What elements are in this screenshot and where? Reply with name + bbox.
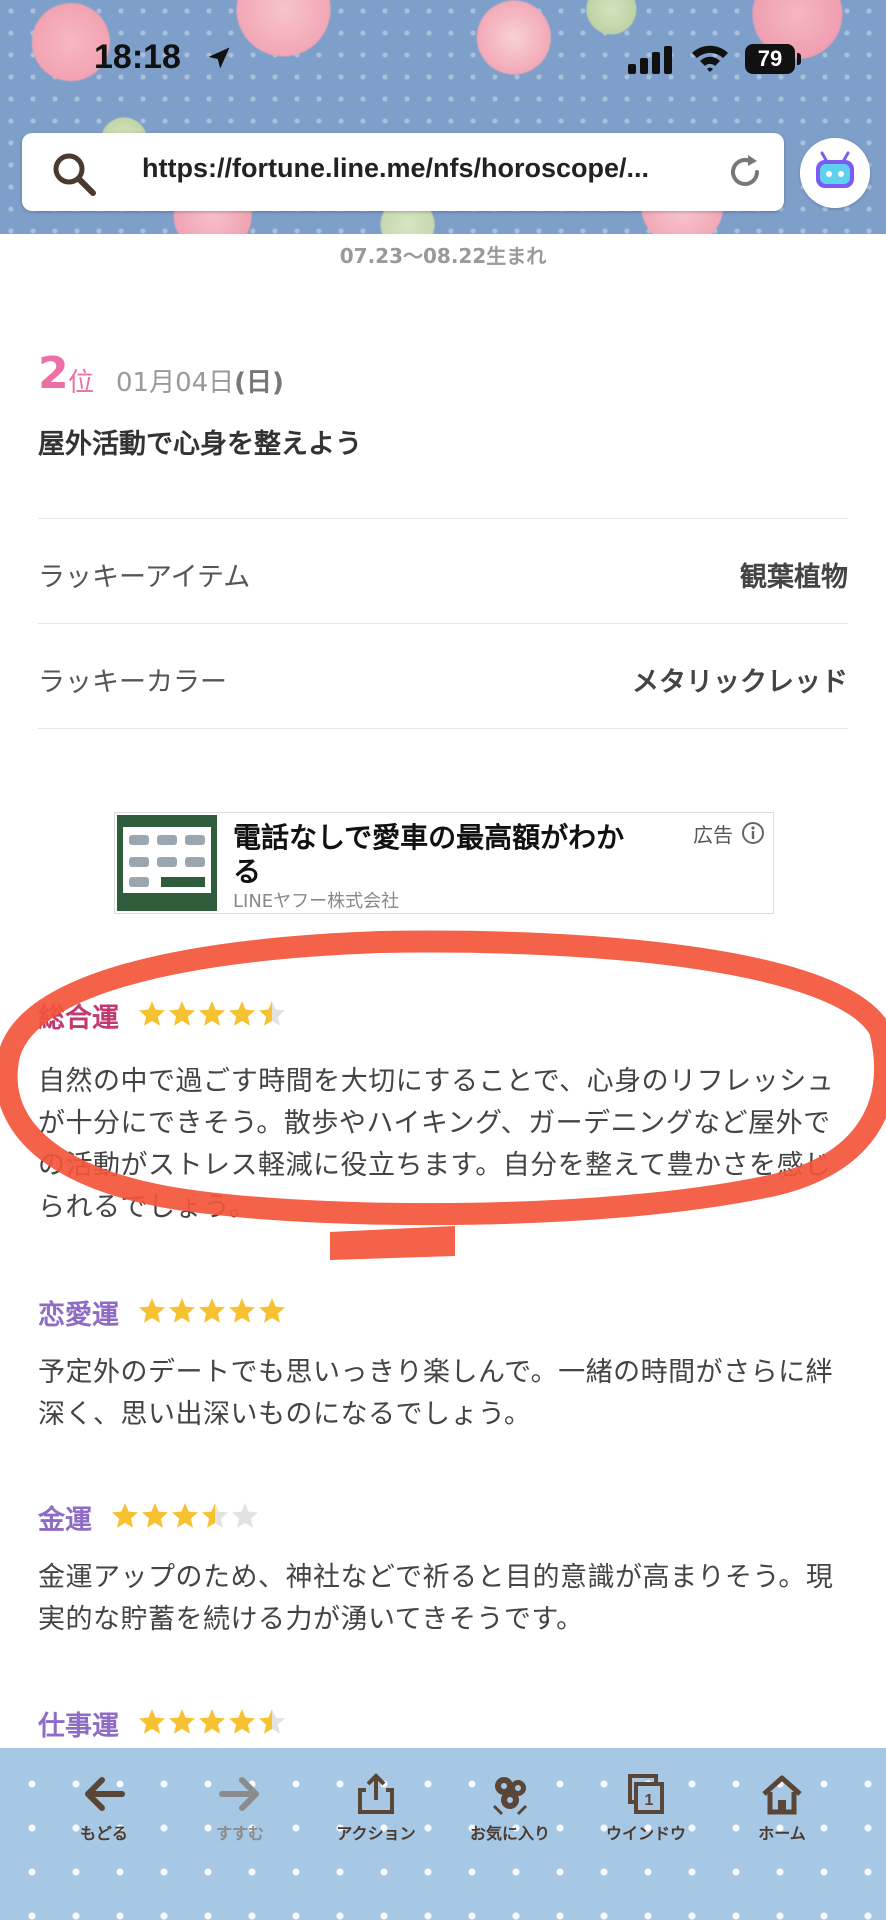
home-label: ホーム xyxy=(758,1824,806,1843)
window-button[interactable]: 1 ウインドウ xyxy=(586,1772,706,1852)
battery-tip xyxy=(797,53,801,65)
star-icon xyxy=(142,1502,169,1528)
cellular-signal-icon xyxy=(628,46,672,74)
forward-button[interactable]: すすむ xyxy=(180,1772,300,1852)
forward-arrow-icon xyxy=(219,1777,259,1811)
address-bar[interactable]: https://fortune.line.me/nfs/horoscope/..… xyxy=(22,133,784,211)
search-icon xyxy=(53,153,96,196)
section-title: 恋愛運 xyxy=(38,1300,119,1331)
section-title: 仕事運 xyxy=(38,1711,119,1742)
assistant-robot-icon[interactable] xyxy=(800,138,870,208)
ad-sponsor: LINEヤフー株式会社 xyxy=(233,891,400,912)
window-label: ウインドウ xyxy=(605,1824,686,1843)
weekday-text: (日) xyxy=(234,368,284,398)
section-text: 予定外のデートでも思いっきり楽しんで。一緒の時間がさらに絆深く、思い出深いものに… xyxy=(38,1357,834,1430)
ad-label: 広告 xyxy=(693,823,733,847)
section-overall: 総合運 自然の中で過ごす時間を大切にすることで、心身のリフレッシュが十分にできそ… xyxy=(38,996,848,1229)
back-arrow-icon xyxy=(85,1777,125,1811)
section-work: 仕事運 xyxy=(38,1704,848,1743)
star-icon xyxy=(139,1708,166,1734)
lucky-color-row: ラッキーカラー メタリックレッド xyxy=(38,623,848,729)
battery-indicator: 79 xyxy=(745,44,795,74)
star-icon xyxy=(112,1502,139,1528)
rank-suffix: 位 xyxy=(68,368,95,398)
fortune-date: 01月04日(日) xyxy=(116,362,284,399)
star-icon xyxy=(202,1502,229,1528)
star-icon xyxy=(229,1708,256,1734)
section-title: 金運 xyxy=(38,1505,92,1536)
ad-car-thumbnail xyxy=(117,815,217,911)
share-icon xyxy=(358,1773,394,1814)
status-time: 18:18 xyxy=(94,38,181,76)
window-tabs-icon: 1 xyxy=(628,1774,664,1814)
star-icon xyxy=(259,1297,286,1323)
lucky-item-value: 観葉植物 xyxy=(740,562,848,593)
birth-date-range: 07.23〜08.22生まれ xyxy=(339,244,547,268)
home-button[interactable]: ホーム xyxy=(722,1772,842,1852)
rank-number: 2 xyxy=(38,348,69,399)
star-icon xyxy=(139,1297,166,1323)
favorites-button[interactable]: お気に入り xyxy=(450,1772,570,1852)
lucky-item-label: ラッキーアイテム xyxy=(38,562,251,593)
favorites-label: お気に入り xyxy=(469,1824,550,1843)
url-text[interactable]: https://fortune.line.me/nfs/horoscope/..… xyxy=(142,153,732,184)
reload-icon[interactable] xyxy=(724,151,766,193)
fortune-headline: 屋外活動で心身を整えよう xyxy=(38,429,362,460)
star-icon xyxy=(232,1502,259,1528)
star-icon xyxy=(199,1297,226,1323)
svg-text:1: 1 xyxy=(645,1792,654,1809)
star-rating xyxy=(138,1000,288,1032)
lucky-item-row: ラッキーアイテム 観葉植物 xyxy=(38,518,848,623)
star-icon xyxy=(259,1000,286,1026)
lucky-color-label: ラッキーカラー xyxy=(38,667,227,698)
star-icon xyxy=(169,1708,196,1734)
star-rating xyxy=(138,1297,288,1329)
star-icon xyxy=(199,1000,226,1026)
wifi-icon xyxy=(692,45,728,72)
section-text: 金運アップのため、神社などで祈ると目的意識が高まりそう。現実的な貯蓄を続ける力が… xyxy=(38,1562,834,1635)
forward-label: すすむ xyxy=(215,1824,264,1843)
back-label: もどる xyxy=(80,1824,128,1843)
date-text: 01月04日 xyxy=(116,368,235,398)
star-rating xyxy=(138,1708,288,1740)
info-icon[interactable] xyxy=(741,821,765,845)
section-title: 総合運 xyxy=(38,1003,119,1034)
star-icon xyxy=(259,1708,286,1734)
star-icon xyxy=(139,1000,166,1026)
ad-banner[interactable]: 電話なしで愛車の最高額がわかる LINEヤフー株式会社 広告 xyxy=(114,812,774,914)
star-icon xyxy=(199,1708,226,1734)
floral-header: 18:18 79 https://fortune.line.me/nfs/hor… xyxy=(0,0,886,234)
star-icon xyxy=(172,1502,199,1528)
lucky-color-value: メタリックレッド xyxy=(632,667,848,698)
browser-toolbar: もどる すすむ アクション お気に入り 1 ウインドウ ホーム xyxy=(0,1748,886,1920)
ad-title[interactable]: 電話なしで愛車の最高額がわかる xyxy=(233,821,633,889)
section-money: 金運 金運アップのため、神社などで祈ると目的意識が高まりそう。現実的な貯蓄を続け… xyxy=(38,1498,848,1641)
star-icon xyxy=(169,1000,196,1026)
rose-bouquet-icon xyxy=(492,1777,528,1816)
star-icon xyxy=(229,1000,256,1026)
home-icon xyxy=(762,1775,802,1815)
section-text: 自然の中で過ごす時間を大切にすることで、心身のリフレッシュが十分にできそう。散歩… xyxy=(38,1066,835,1223)
action-button[interactable]: アクション xyxy=(316,1772,436,1852)
star-icon xyxy=(169,1297,196,1323)
section-love: 恋愛運 予定外のデートでも思いっきり楽しんで。一緒の時間がさらに絆深く、思い出深… xyxy=(38,1293,848,1436)
action-label: アクション xyxy=(336,1824,416,1843)
star-icon xyxy=(229,1297,256,1323)
back-button[interactable]: もどる xyxy=(44,1772,164,1852)
location-arrow-icon xyxy=(208,47,230,69)
star-rating xyxy=(111,1502,261,1534)
